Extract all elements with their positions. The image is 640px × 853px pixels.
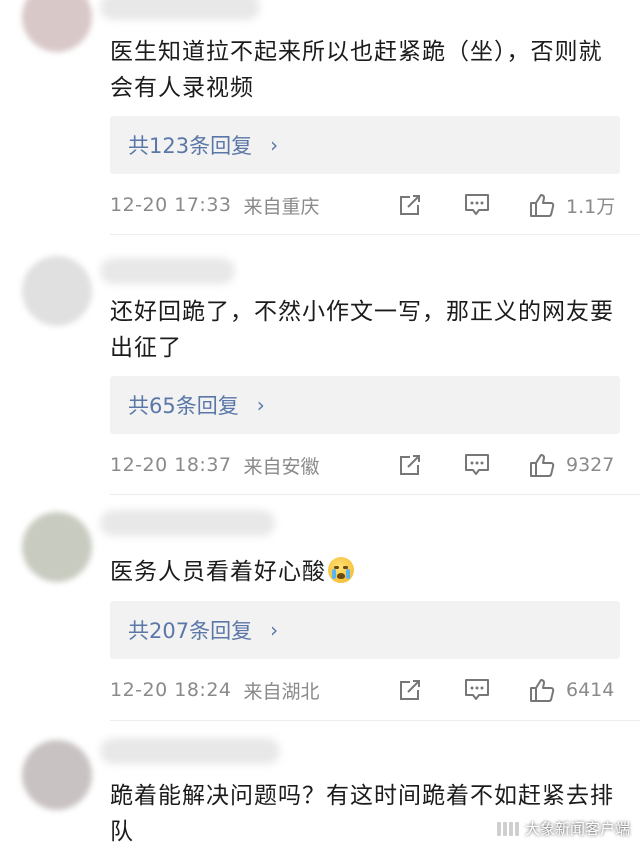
reply-count-label: 共207条回复 [128, 619, 253, 643]
like-count: 9327 [566, 454, 615, 476]
comment-text: 还好回跪了，不然小作文一写，那正义的网友要出征了 [110, 299, 614, 361]
share-edit-icon [400, 195, 420, 215]
comment-icon [465, 194, 489, 215]
reply-count-label: 共123条回复 [128, 134, 253, 158]
share-button[interactable] [397, 452, 423, 478]
share-edit-icon [400, 680, 420, 700]
comment-icon [465, 454, 489, 475]
reply-count-label: 共65条回复 [128, 394, 239, 418]
chevron-right-icon: › [256, 393, 265, 417]
comment-text: 跪着能解决问题吗？有这时间跪着不如赶紧去排队 [110, 783, 614, 845]
watermark-text: 大象新闻客户端 [524, 820, 630, 838]
share-edit-icon [400, 455, 420, 475]
username-blurred[interactable] [100, 0, 260, 20]
news-logo-icon [496, 821, 519, 836]
chevron-right-icon: › [270, 618, 279, 642]
avatar[interactable] [22, 256, 92, 326]
comment-location: 来自重庆 [243, 195, 320, 218]
like-count: 1.1万 [566, 195, 616, 218]
avatar[interactable] [22, 0, 92, 52]
username-blurred[interactable] [100, 510, 275, 536]
like-button[interactable]: 9327 [528, 451, 614, 479]
divider [110, 720, 640, 721]
reply-button[interactable] [463, 452, 491, 478]
like-count: 6414 [566, 679, 615, 701]
username-blurred[interactable] [100, 258, 235, 284]
comment-meta: 12-20 18:24 来自湖北 6414 [110, 670, 625, 710]
share-button[interactable] [397, 192, 423, 218]
reply-button[interactable] [463, 677, 491, 703]
username-blurred[interactable] [100, 738, 280, 764]
view-replies-button[interactable]: 共65条回复 › [110, 376, 620, 434]
thumbs-up-icon [530, 194, 555, 217]
crying-face-emoji-icon [328, 557, 354, 583]
comment-meta: 12-20 18:37 来自安徽 9327 [110, 445, 625, 485]
share-button[interactable] [397, 677, 423, 703]
like-button[interactable]: 1.1万 [528, 191, 615, 219]
watermark: 大象新闻客户端 [496, 818, 630, 839]
comment-time: 12-20 17:33 [110, 194, 232, 216]
comment-icon [465, 679, 489, 700]
comment-time: 12-20 18:37 [110, 454, 232, 476]
comment-location: 来自湖北 [243, 680, 320, 703]
reply-button[interactable] [463, 192, 491, 218]
comment-time: 12-20 18:24 [110, 679, 232, 701]
thumbs-up-icon [530, 679, 555, 702]
comment-text: 医务人员看着好心酸 [110, 554, 625, 590]
comment-location: 来自安徽 [243, 455, 320, 478]
like-button[interactable]: 6414 [528, 676, 614, 704]
view-replies-button[interactable]: 共207条回复 › [110, 601, 620, 659]
divider [110, 234, 640, 235]
view-replies-button[interactable]: 共123条回复 › [110, 116, 620, 174]
avatar[interactable] [22, 512, 92, 582]
comment-text-content: 医务人员看着好心酸 [110, 559, 326, 585]
avatar[interactable] [22, 740, 92, 810]
comment-meta: 12-20 17:33 来自重庆 1.1万 [110, 185, 625, 225]
thumbs-up-icon [530, 454, 555, 477]
divider [110, 494, 640, 495]
chevron-right-icon: › [270, 133, 279, 157]
comment-text: 医生知道拉不起来所以也赶紧跪（坐），否则就会有人录视频 [110, 39, 603, 101]
